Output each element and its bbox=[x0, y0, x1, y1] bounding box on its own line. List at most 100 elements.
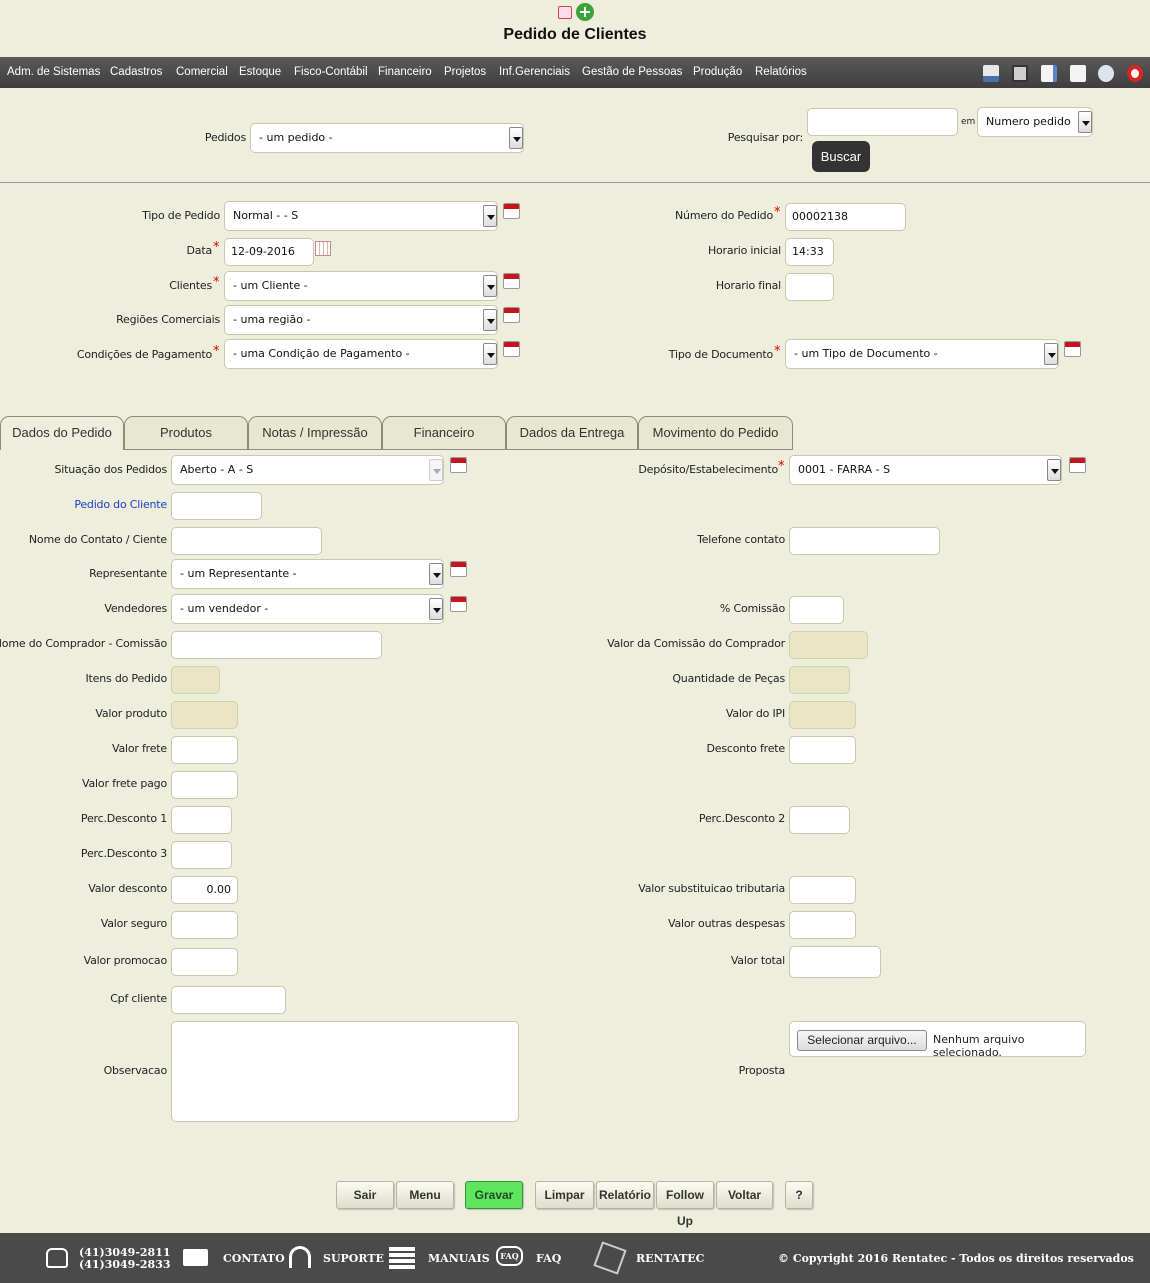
valor-seguro-input[interactable] bbox=[171, 911, 238, 939]
buscar-button[interactable]: Buscar bbox=[812, 141, 870, 172]
calendar-icon[interactable] bbox=[450, 457, 467, 473]
calendar-icon[interactable] bbox=[450, 561, 467, 577]
menu-projetos[interactable]: Projetos bbox=[444, 57, 486, 88]
suporte-link[interactable]: SUPORTE bbox=[323, 1252, 384, 1265]
clientes-select[interactable]: - um Cliente - bbox=[224, 271, 498, 301]
manuais-link[interactable]: MANUAIS bbox=[428, 1252, 490, 1265]
gravar-button[interactable]: Gravar bbox=[465, 1181, 523, 1209]
menu-inf-gerenciais[interactable]: Inf.Gerenciais bbox=[499, 57, 570, 88]
calendar-icon[interactable] bbox=[503, 341, 520, 357]
followup-button[interactable]: Follow Up bbox=[656, 1181, 714, 1228]
calendar-icon[interactable] bbox=[503, 203, 520, 219]
help-lifebuoy-icon[interactable] bbox=[1127, 65, 1143, 82]
observacao-textarea[interactable] bbox=[171, 1021, 519, 1122]
valor-total-input[interactable] bbox=[789, 946, 881, 978]
menu-cadastros[interactable]: Cadastros bbox=[110, 57, 162, 88]
perc3-input[interactable] bbox=[171, 841, 232, 869]
valor-subst-input[interactable] bbox=[789, 876, 856, 904]
document-edit-icon[interactable] bbox=[1041, 65, 1057, 82]
limpar-button[interactable]: Limpar bbox=[535, 1181, 594, 1209]
valor-promocao-input[interactable] bbox=[171, 948, 238, 976]
menu-adm[interactable]: Adm. de Sistemas bbox=[7, 57, 100, 88]
date-picker-icon[interactable] bbox=[315, 241, 331, 256]
condicoes-select[interactable]: - uma Condição de Pagamento - bbox=[224, 339, 498, 369]
situacao-select[interactable]: Aberto - A - S bbox=[171, 455, 444, 485]
search-input[interactable] bbox=[807, 108, 958, 136]
nome-comprador-label: Nome do Comprador - Comissão bbox=[0, 637, 167, 650]
chevron-down-icon bbox=[509, 127, 523, 149]
sair-button[interactable]: Sair bbox=[336, 1181, 394, 1209]
voltar-button[interactable]: Voltar bbox=[716, 1181, 773, 1209]
relatorio-button[interactable]: Relatório bbox=[596, 1181, 654, 1209]
tab-financeiro[interactable]: Financeiro bbox=[382, 416, 506, 449]
desconto-frete-input[interactable] bbox=[789, 736, 856, 764]
comissao-input[interactable] bbox=[789, 596, 844, 624]
menu-estoque[interactable]: Estoque bbox=[239, 57, 281, 88]
valor-desconto-input[interactable]: 0.00 bbox=[171, 876, 238, 904]
tab-movimento[interactable]: Movimento do Pedido bbox=[638, 416, 793, 449]
tab-notas-impressao[interactable]: Notas / Impressão bbox=[248, 416, 382, 449]
faq-icon[interactable]: FAQ bbox=[496, 1246, 523, 1266]
tipo-pedido-select[interactable]: Normal - - S bbox=[224, 201, 498, 231]
tab-dados-do-pedido[interactable]: Dados do Pedido bbox=[0, 416, 124, 450]
contato-link[interactable]: CONTATO bbox=[223, 1252, 285, 1265]
pedido-cliente-link[interactable]: Pedido do Cliente bbox=[74, 498, 167, 511]
calendar-icon[interactable] bbox=[1064, 341, 1081, 357]
home-icon[interactable] bbox=[983, 65, 999, 82]
qtd-pecas-label: Quantidade de Peças bbox=[672, 672, 785, 685]
nome-comprador-input[interactable] bbox=[171, 631, 382, 659]
regioes-label: Regiões Comerciais bbox=[116, 313, 220, 326]
chevron-down-icon bbox=[429, 598, 443, 620]
menu-fisco[interactable]: Fisco-Contábil bbox=[294, 57, 368, 88]
vendedores-select[interactable]: - um vendedor - bbox=[171, 594, 444, 624]
representante-select[interactable]: - um Representante - bbox=[171, 559, 444, 589]
headset-icon[interactable] bbox=[289, 1246, 311, 1268]
valor-total-label: Valor total bbox=[730, 954, 785, 967]
perc2-input[interactable] bbox=[789, 806, 850, 834]
tab-dados-entrega[interactable]: Dados da Entrega bbox=[506, 416, 638, 449]
menu-relatorios[interactable]: Relatórios bbox=[755, 57, 807, 88]
calendar-icon[interactable] bbox=[503, 307, 520, 323]
tab-produtos[interactable]: Produtos bbox=[124, 416, 248, 449]
numero-input[interactable]: 00002138 bbox=[785, 203, 906, 231]
valor-outras-input[interactable] bbox=[789, 911, 856, 939]
hfinal-input[interactable] bbox=[785, 273, 834, 301]
data-input[interactable]: 12-09-2016 bbox=[224, 238, 314, 266]
menu-comercial[interactable]: Comercial bbox=[176, 57, 228, 88]
calendar-icon[interactable] bbox=[1069, 457, 1086, 473]
deposito-select[interactable]: 0001 - FARRA - S bbox=[789, 455, 1062, 485]
pdf-icon[interactable] bbox=[558, 6, 572, 19]
numero-label: Número do Pedido bbox=[675, 209, 773, 222]
document-icon[interactable] bbox=[1070, 65, 1086, 82]
perc1-input[interactable] bbox=[171, 806, 232, 834]
valor-frete-pago-input[interactable] bbox=[171, 771, 238, 799]
books-icon[interactable] bbox=[389, 1247, 415, 1269]
cpf-input[interactable] bbox=[171, 986, 286, 1014]
valor-frete-input[interactable] bbox=[171, 736, 238, 764]
menu-button[interactable]: Menu bbox=[396, 1181, 454, 1209]
situacao-value: Aberto - A - S bbox=[180, 463, 254, 476]
nome-contato-input[interactable] bbox=[171, 527, 322, 555]
menu-gestao-pessoas[interactable]: Gestão de Pessoas bbox=[582, 57, 682, 88]
calendar-icon[interactable] bbox=[503, 273, 520, 289]
pedidos-select[interactable]: - um pedido - bbox=[250, 123, 524, 153]
regioes-select[interactable]: - uma região - bbox=[224, 305, 498, 335]
mail-icon[interactable] bbox=[183, 1249, 208, 1266]
menu-financeiro[interactable]: Financeiro bbox=[378, 57, 432, 88]
settings-icon[interactable] bbox=[1098, 65, 1114, 82]
regioes-value: - uma região - bbox=[233, 313, 311, 326]
rentatec-link[interactable]: RENTATEC bbox=[636, 1252, 704, 1265]
help-button[interactable]: ? bbox=[785, 1181, 813, 1209]
add-icon[interactable]: + bbox=[576, 3, 594, 21]
tipodoc-select[interactable]: - um Tipo de Documento - bbox=[785, 339, 1059, 369]
calendar-icon[interactable] bbox=[450, 596, 467, 612]
faq-link[interactable]: FAQ bbox=[536, 1252, 561, 1265]
save-icon[interactable] bbox=[1012, 65, 1028, 82]
search-field-select[interactable]: Numero pedido bbox=[977, 107, 1093, 137]
menu-producao[interactable]: Produção bbox=[693, 57, 742, 88]
select-file-button[interactable]: Selecionar arquivo... bbox=[797, 1030, 927, 1051]
qtd-pecas-input bbox=[789, 666, 850, 694]
hinicial-input[interactable]: 14:33 bbox=[785, 238, 834, 266]
pedido-cliente-input[interactable] bbox=[171, 492, 262, 520]
telefone-input[interactable] bbox=[789, 527, 940, 555]
